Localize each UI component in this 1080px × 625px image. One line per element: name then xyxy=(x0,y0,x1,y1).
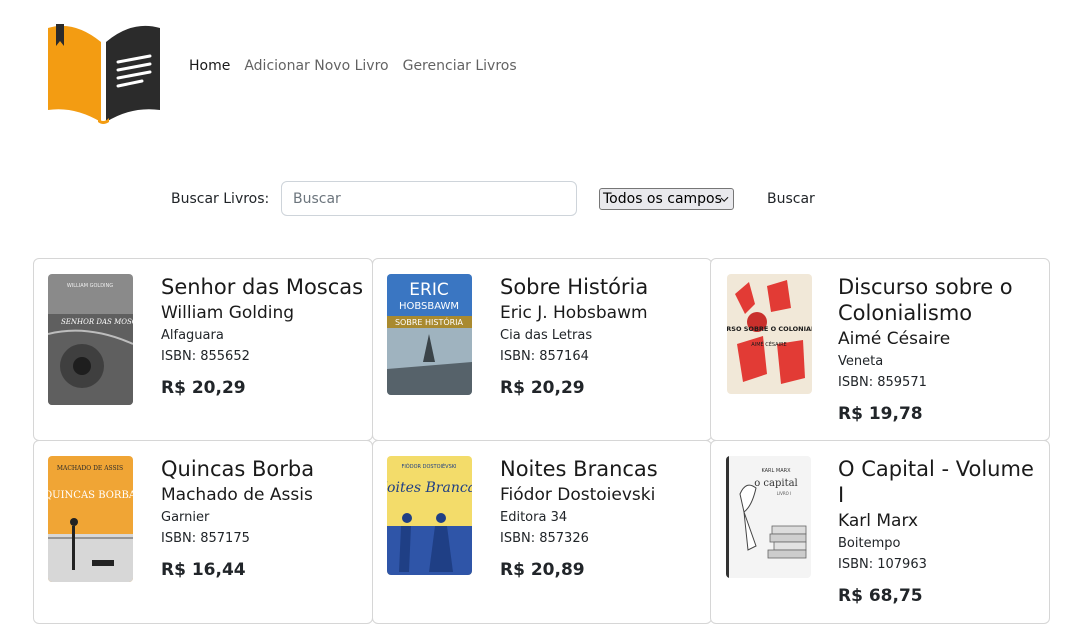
book-title: Senhor das Moscas xyxy=(161,275,364,299)
book-title: Discurso sobre o Colonialismo xyxy=(838,275,1013,325)
book-card[interactable]: ERIC HOBSBAWM SOBRE HISTÓRIA Sobre Histó… xyxy=(372,258,712,441)
cover-title-text: SENHOR DAS MOSCAS xyxy=(61,318,133,326)
library-logo-icon[interactable] xyxy=(46,14,162,124)
book-isbn: ISBN: 857164 xyxy=(500,349,589,364)
book-author: William Golding xyxy=(161,303,295,323)
nav-home-link[interactable]: Home xyxy=(189,58,230,74)
book-isbn: ISBN: 857175 xyxy=(161,531,250,546)
book-cover-image: WILLIAM GOLDING SENHOR DAS MOSCAS xyxy=(48,274,133,405)
book-author: Aimé Césaire xyxy=(838,329,951,349)
book-info: Discurso sobre o Colonialismo Aimé Césai… xyxy=(838,274,1041,426)
search-label: Buscar Livros: xyxy=(171,191,270,207)
book-cover-image: ERIC HOBSBAWM SOBRE HISTÓRIA xyxy=(387,274,472,395)
book-info: O Capital - Volume I Karl Marx Boitempo … xyxy=(838,456,1041,608)
book-cover-image: FIÓDOR DOSTOIÉVSKI Noites Brancas xyxy=(387,456,472,575)
book-author: Karl Marx xyxy=(838,511,919,531)
cover-top-text: DISCURSO SOBRE O COLONIALISMO xyxy=(727,325,812,333)
book-info: Senhor das Moscas William Golding Alfagu… xyxy=(161,274,364,400)
book-cover-image: DISCURSO SOBRE O COLONIALISMO AIMÉ CÉSAI… xyxy=(727,274,812,394)
book-title: Quincas Borba xyxy=(161,457,315,481)
book-card[interactable]: MACHADO DE ASSIS QUINCAS BORBA Quincas B… xyxy=(33,440,373,624)
cover-band-text: SOBRE HISTÓRIA xyxy=(395,316,464,327)
book-card[interactable]: WILLIAM GOLDING SENHOR DAS MOSCAS Senhor… xyxy=(33,258,373,441)
search-input[interactable] xyxy=(281,181,577,216)
search-button[interactable]: Buscar xyxy=(767,191,815,207)
book-price: R$ 19,78 xyxy=(838,404,923,424)
cover-top-text: KARL MARX xyxy=(761,468,791,474)
book-info: Noites Brancas Fiódor Dostoievski Editor… xyxy=(500,456,703,582)
book-cover-image: KARL MARX o capital LIVRO I xyxy=(726,456,811,578)
cover-top-text: FIÓDOR DOSTOIÉVSKI xyxy=(401,462,456,470)
book-price: R$ 20,29 xyxy=(161,378,246,398)
book-info: Sobre História Eric J. Hobsbawm Cia das … xyxy=(500,274,703,400)
book-price: R$ 68,75 xyxy=(838,586,923,606)
book-publisher: Garnier xyxy=(161,510,210,525)
cover-title-text: HOBSBAWM xyxy=(399,301,459,312)
nav-manage-books-link[interactable]: Gerenciar Livros xyxy=(403,58,517,74)
book-isbn: ISBN: 859571 xyxy=(838,375,927,390)
book-grid: WILLIAM GOLDING SENHOR DAS MOSCAS Senhor… xyxy=(33,258,1050,624)
search-field-selected: Todos os campos xyxy=(603,191,722,207)
nav-add-book-link[interactable]: Adicionar Novo Livro xyxy=(244,58,388,74)
book-publisher: Boitempo xyxy=(838,536,901,551)
book-title: Noites Brancas xyxy=(500,457,658,481)
book-card[interactable]: KARL MARX o capital LIVRO I O Capital - … xyxy=(710,440,1050,624)
book-title: Sobre História xyxy=(500,275,649,299)
book-isbn: ISBN: 855652 xyxy=(161,349,250,364)
book-isbn: ISBN: 107963 xyxy=(838,557,927,572)
book-author: Machado de Assis xyxy=(161,485,313,505)
search-field-select[interactable]: Todos os campos xyxy=(599,188,734,210)
book-publisher: Veneta xyxy=(838,354,884,369)
cover-title-text: QUINCAS BORBA xyxy=(48,490,133,501)
cover-title-text: Noites Brancas xyxy=(387,480,472,496)
book-author: Fiódor Dostoievski xyxy=(500,485,656,505)
book-cover-image: MACHADO DE ASSIS QUINCAS BORBA xyxy=(48,456,133,582)
book-publisher: Alfaguara xyxy=(161,328,224,343)
cover-top-text: ERIC xyxy=(409,280,448,300)
book-info: Quincas Borba Machado de Assis Garnier I… xyxy=(161,456,364,582)
book-title: O Capital - Volume I xyxy=(838,457,1034,507)
cover-top-text: MACHADO DE ASSIS xyxy=(57,465,123,472)
book-price: R$ 20,89 xyxy=(500,560,585,580)
book-card[interactable]: FIÓDOR DOSTOIÉVSKI Noites Brancas Noites… xyxy=(372,440,712,624)
cover-title-text: AIMÉ CÉSAIRE xyxy=(751,340,786,348)
book-price: R$ 16,44 xyxy=(161,560,246,580)
book-isbn: ISBN: 857326 xyxy=(500,531,589,546)
search-bar: Buscar Livros: Todos os campos Buscar xyxy=(171,181,871,217)
cover-top-text: WILLIAM GOLDING xyxy=(67,283,113,289)
book-publisher: Cia das Letras xyxy=(500,328,593,343)
book-price: R$ 20,29 xyxy=(500,378,585,398)
book-author: Eric J. Hobsbawm xyxy=(500,303,648,323)
cover-band-text: LIVRO I xyxy=(777,491,792,496)
book-publisher: Editora 34 xyxy=(500,510,568,525)
book-card[interactable]: DISCURSO SOBRE O COLONIALISMO AIMÉ CÉSAI… xyxy=(710,258,1050,441)
main-nav: Home Adicionar Novo Livro Gerenciar Livr… xyxy=(189,58,517,74)
cover-title-text: o capital xyxy=(754,478,798,489)
